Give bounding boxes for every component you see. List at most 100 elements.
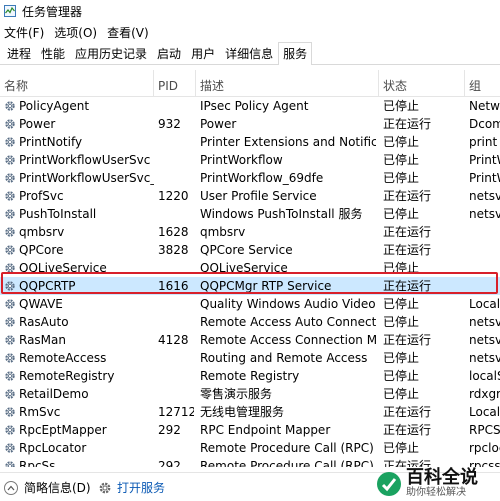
service-name-cell: QWAVE [4,295,154,313]
service-gear-icon [5,461,15,467]
service-pid: 292 [158,423,181,437]
column-header-pid[interactable]: PID [158,76,178,96]
service-group: netsvc [469,351,500,365]
service-pid: 3828 [158,243,189,257]
service-gear-icon [5,227,15,237]
service-row[interactable]: RemoteAccess Routing and Remote Access 已停止… [0,349,500,367]
service-row[interactable]: RpcLocator Remote Procedure Call (RPC) Lo… [0,439,500,457]
service-name-cell: PrintNotify [4,133,154,151]
service-row[interactable]: RemoteRegistry Remote Registry 已停止 localS [0,367,500,385]
service-row[interactable]: RasAuto Remote Access Auto Connection ...… [0,313,500,331]
service-name-cell: RasMan [4,331,154,349]
service-status: 正在运行 [383,333,432,347]
service-name: RetailDemo [19,387,89,401]
service-name-cell: RemoteAccess [4,349,154,367]
service-group: PrintW [469,153,500,167]
service-group: rpcloc [469,441,500,455]
service-row[interactable]: RetailDemo 零售演示服务 已停止 rdxgro [0,385,500,403]
tab-users[interactable]: 用户 [186,43,220,64]
service-name: RasMan [19,333,66,347]
service-name-cell: RetailDemo [4,385,154,403]
service-name: PrintWorkflowUserSvc [19,153,151,167]
service-name: RmSvc [19,405,61,419]
service-row[interactable]: qmbsrv 1628 qmbsrv 正在运行 [0,223,500,241]
service-row[interactable]: QPCore 3828 QPCore Service 正在运行 [0,241,500,259]
service-gear-icon [5,299,15,309]
menu-bar: 文件(F) 选项(O) 查看(V) [0,22,500,42]
service-row[interactable]: ProfSvc 1220 User Profile Service 正在运行 netsv… [0,187,500,205]
service-description: RPC Endpoint Mapper [200,423,331,437]
menu-view[interactable]: 查看(V) [107,24,149,41]
fewer-details-button[interactable]: 简略信息(D) [4,479,91,496]
open-services-link[interactable]: 打开服务 [98,479,165,496]
service-description: Remote Procedure Call (RPC) Loc... [200,441,376,455]
service-row[interactable]: RpcSs 292 Remote Procedure Call (RPC) 正在运行 r… [0,457,500,467]
fewer-details-label: 简略信息(D) [24,481,91,495]
service-group: print [469,135,498,149]
service-status: 已停止 [383,207,420,221]
service-row[interactable]: PushToInstall Windows PushToInstall 服务 已停止… [0,205,500,223]
column-header-name[interactable]: 名称 [4,76,28,96]
watermark-subtitle: 助你轻松解决 [406,487,466,498]
service-name-cell: PolicyAgent [4,97,154,115]
service-group: LocalS [469,297,500,311]
service-description: Remote Access Connection Man... [200,333,376,347]
service-name: PolicyAgent [19,99,90,113]
service-row[interactable]: RpcEptMapper 292 RPC Endpoint Mapper 正在运行 RP… [0,421,500,439]
column-header-description[interactable]: 描述 [200,76,224,96]
service-pid [158,349,194,367]
tab-performance[interactable]: 性能 [36,43,70,64]
service-gear-icon [5,101,15,111]
open-services-label: 打开服务 [117,481,166,495]
service-gear-icon [5,209,15,219]
service-status: 正在运行 [383,189,432,203]
service-row[interactable]: PolicyAgent IPsec Policy Agent 已停止 Netwo [0,97,500,115]
service-row[interactable]: PrintWorkflowUserSvc_6... PrintWorkflow_6… [0,169,500,187]
service-status: 正在运行 [383,459,432,467]
service-description: Printer Extensions and Notificatio... [200,135,376,149]
tab-app-history[interactable]: 应用历史记录 [70,43,152,64]
service-gear-icon [5,155,15,165]
service-name-cell: qmbsrv [4,223,154,241]
service-row[interactable]: QWAVE Quality Windows Audio Video Ex... 已停… [0,295,500,313]
menu-options[interactable]: 选项(O) [54,24,97,41]
service-status: 已停止 [383,171,420,185]
service-status: 已停止 [383,369,420,383]
service-name: qmbsrv [19,225,65,239]
service-description: Remote Registry [200,369,300,383]
service-row[interactable]: RasMan 4128 Remote Access Connection Man..… [0,331,500,349]
service-pid [158,97,194,115]
menu-file[interactable]: 文件(F) [4,24,44,41]
service-description: 无线电管理服务 [200,405,285,419]
service-description: PrintWorkflow_69dfe [200,171,324,185]
service-gear-icon [5,245,15,255]
tab-processes[interactable]: 进程 [2,43,36,64]
tab-services[interactable]: 服务 [278,42,313,65]
watermark: 百科全说 助你轻松解决 [376,468,496,500]
service-row[interactable]: PrintNotify Printer Extensions and Notifi… [0,133,500,151]
service-name: QPCore [19,243,64,257]
service-name: PrintWorkflowUserSvc_6... [19,171,154,185]
service-group: rdxgro [469,387,500,401]
service-description: QPCore Service [200,243,293,257]
service-group: netsvc [469,333,500,347]
gear-icon [99,482,111,493]
service-name: QWAVE [19,297,63,311]
service-row[interactable]: PrintWorkflowUserSvc PrintWorkflow 已停止 Prin… [0,151,500,169]
service-group: PrintW [469,171,500,185]
column-header-group[interactable]: 组 [469,76,481,96]
service-pid [158,133,194,151]
service-group: rpcss [469,459,500,467]
service-name: PushToInstall [19,207,97,221]
column-header-status[interactable]: 状态 [383,76,407,96]
service-description: qmbsrv [200,225,246,239]
column-header-row: 名称 PID 描述 状态 组 [0,76,500,97]
tab-startup[interactable]: 启动 [152,43,186,64]
service-status: 已停止 [383,297,420,311]
service-name-cell: PrintWorkflowUserSvc [4,151,154,169]
service-status: 正在运行 [383,423,432,437]
service-row[interactable]: Power 932 Power 正在运行 Dcoml [0,115,500,133]
service-row[interactable]: RmSvc 12712 无线电管理服务 正在运行 LocalS [0,403,500,421]
service-description: IPsec Policy Agent [200,99,309,113]
tab-details[interactable]: 详细信息 [220,43,278,64]
